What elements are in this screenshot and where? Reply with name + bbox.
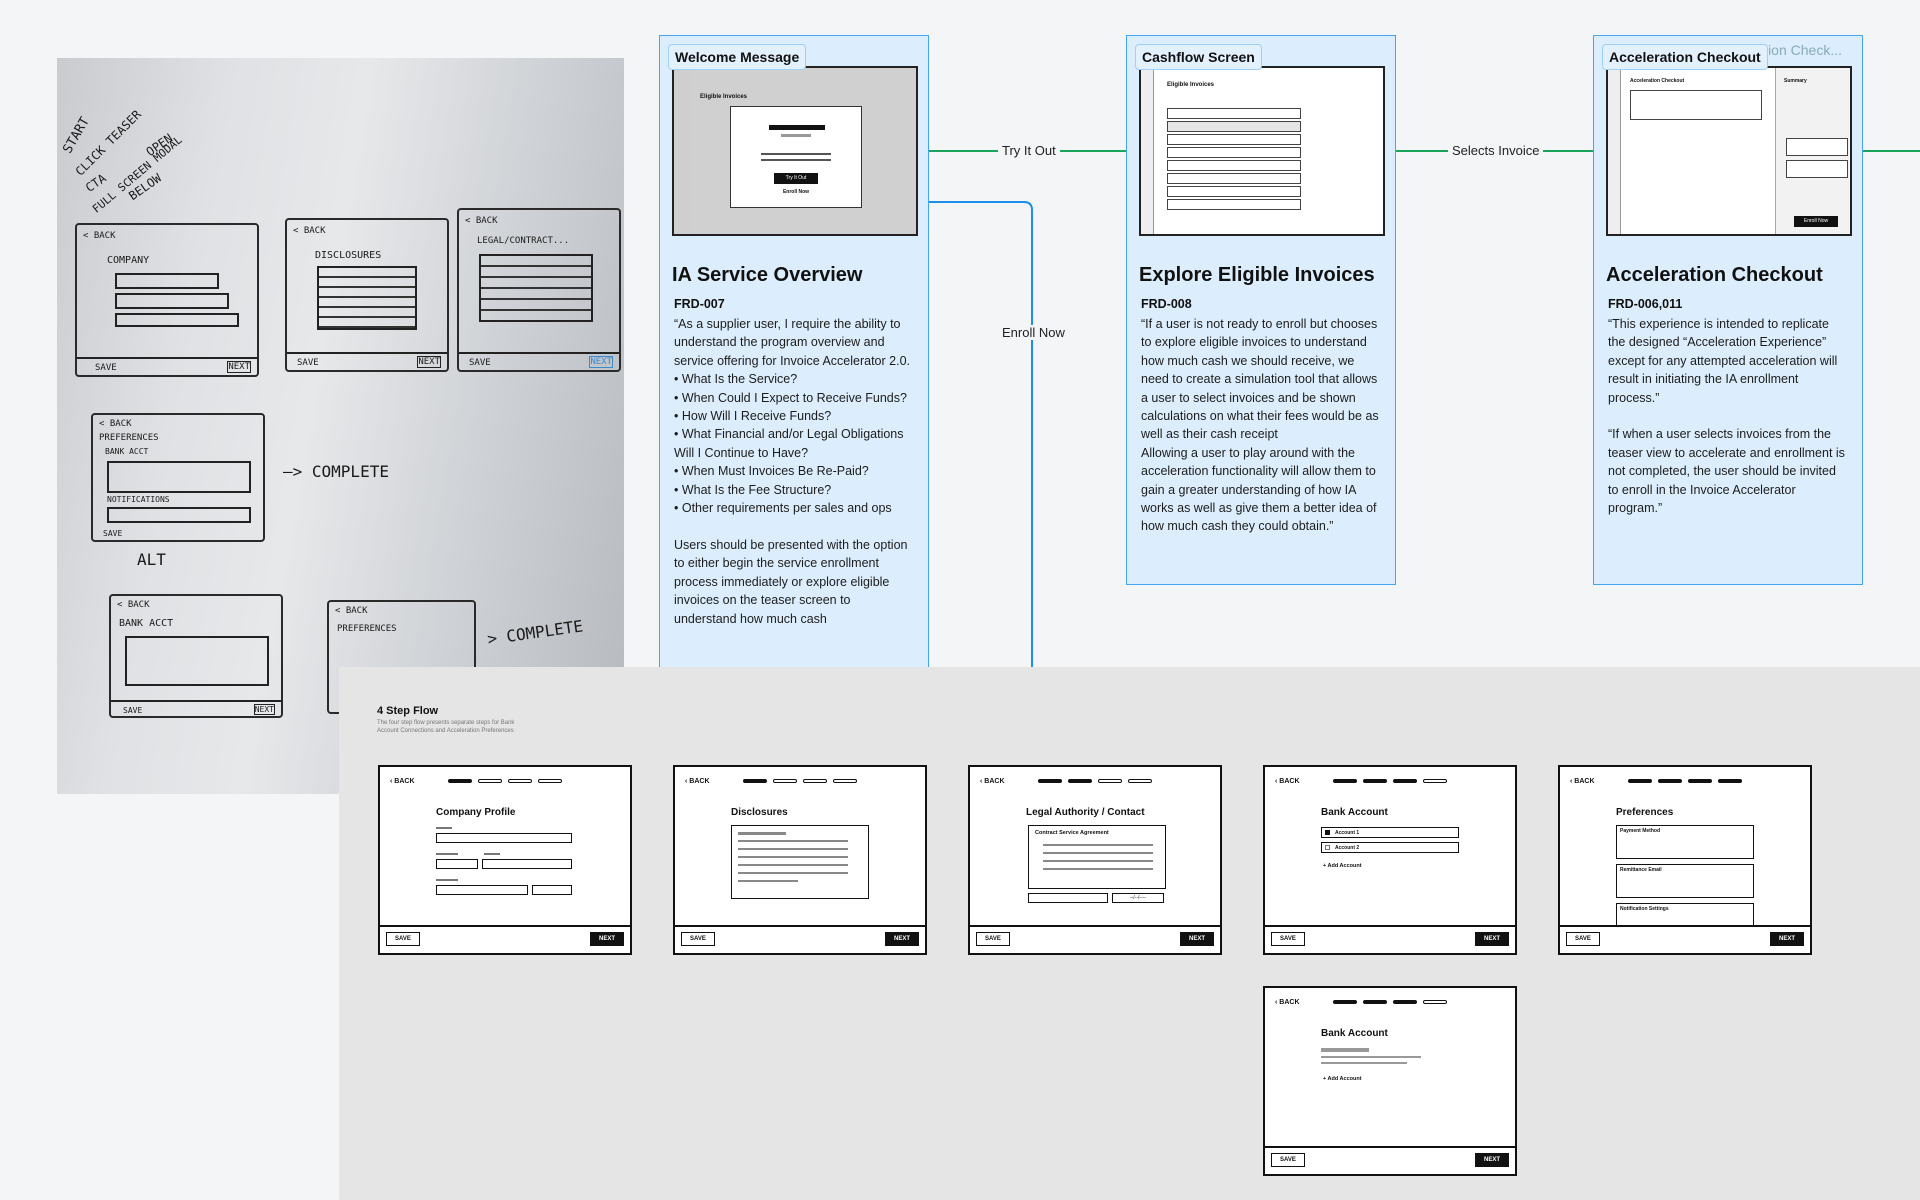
back-button[interactable]: ‹ BACK (980, 778, 1005, 785)
edge-enroll-now (917, 201, 1033, 667)
frame-preferences[interactable]: ‹ BACK Preferences Payment Method Remitt… (1558, 765, 1812, 955)
save-button[interactable]: SAVE (386, 932, 420, 946)
card-title: IA Service Overview (672, 264, 863, 286)
save-button[interactable]: SAVE (976, 932, 1010, 946)
frame-footer: SAVE NEXT (1265, 1146, 1515, 1174)
step-indicator (1333, 1000, 1447, 1004)
next-button[interactable]: NEXT (1474, 932, 1509, 946)
next-button[interactable]: NEXT (1179, 932, 1214, 946)
card-body: “As a supplier user, I require the abili… (674, 317, 910, 626)
frame-footer: SAVE NEXT (1560, 925, 1810, 953)
frame-footer: SAVE NEXT (675, 925, 925, 953)
frame-disclosures[interactable]: ‹ BACK Disclosures SAVE NEXT (673, 765, 927, 955)
four-step-flow-panel: 4 Step Flow The four step flow presents … (339, 667, 1920, 1200)
frame-title: Bank Account (1321, 807, 1388, 818)
back-button[interactable]: ‹ BACK (1570, 778, 1595, 785)
card-title: Acceleration Checkout (1606, 264, 1823, 286)
frame-legal-authority[interactable]: ‹ BACK Legal Authority / Contact Contrac… (968, 765, 1222, 955)
save-button[interactable]: SAVE (1271, 932, 1305, 946)
next-button[interactable]: NEXT (589, 932, 624, 946)
frame-footer: SAVE NEXT (380, 925, 630, 953)
cashflow-screen-thumbnail: Eligible Invoices (1139, 66, 1385, 236)
card-title: Explore Eligible Invoices (1139, 264, 1375, 286)
agreement-box: Contract Service Agreement (1028, 825, 1166, 889)
frame-title: Preferences (1616, 807, 1674, 818)
card-code: FRD-006,011 (1608, 297, 1683, 311)
card-tab-cashflow-screen[interactable]: Cashflow Screen (1135, 44, 1262, 70)
card-tab-ghost: ion Check... (1768, 42, 1842, 58)
card-code: FRD-008 (1141, 297, 1192, 311)
frame-title: Bank Account (1321, 1028, 1388, 1039)
frame-footer: SAVE NEXT (970, 925, 1220, 953)
card-code: FRD-007 (674, 297, 725, 311)
frame-title: Disclosures (731, 807, 788, 818)
payment-method-box[interactable]: Payment Method (1616, 825, 1754, 859)
step-indicator (1038, 779, 1152, 783)
next-button[interactable]: NEXT (884, 932, 919, 946)
step-indicator (743, 779, 857, 783)
frame-footer: SAVE NEXT (1265, 925, 1515, 953)
back-button[interactable]: ‹ BACK (1275, 778, 1300, 785)
account-option-1[interactable]: Account 1 (1321, 827, 1459, 838)
remittance-email-box[interactable]: Remittance Email (1616, 864, 1754, 898)
account-option-2[interactable]: Account 2 (1321, 842, 1459, 853)
frame-bank-account[interactable]: ‹ BACK Bank Account Account 1 Account 2 … (1263, 765, 1517, 955)
frame-title: Company Profile (436, 807, 516, 818)
back-button[interactable]: ‹ BACK (1275, 999, 1300, 1006)
step-indicator (448, 779, 562, 783)
signature-field[interactable] (1028, 893, 1108, 903)
edge-label-try-it-out: Try It Out (998, 143, 1060, 158)
frame-title: Legal Authority / Contact (1026, 807, 1145, 818)
save-button[interactable]: SAVE (1566, 932, 1600, 946)
frame-bank-account-alt[interactable]: ‹ BACK Bank Account + Add Account SAVE N… (1263, 986, 1517, 1176)
card-acceleration-checkout[interactable]: ion Check... Acceleration Checkout Summa… (1593, 35, 1863, 585)
acceleration-checkout-thumbnail: Acceleration Checkout Summary Enroll Now (1606, 66, 1852, 236)
card-body: “This experience is intended to replicat… (1608, 317, 1845, 516)
panel-subtitle: The four step flow presents separate ste… (377, 720, 515, 734)
welcome-message-thumbnail: Eligible Invoices Try It Out Enroll Now (672, 66, 918, 236)
frame-company-profile[interactable]: ‹ BACK Company Profile SAVE NEXT (378, 765, 632, 955)
add-account-link[interactable]: + Add Account (1323, 1076, 1362, 1082)
next-button[interactable]: NEXT (1769, 932, 1804, 946)
edge-label-enroll-now: Enroll Now (998, 325, 1069, 340)
welcome-modal: Try It Out Enroll Now (730, 106, 862, 208)
step-indicator (1628, 779, 1742, 783)
card-ia-service-overview[interactable]: Eligible Invoices Try It Out Enroll Now … (659, 35, 929, 675)
step-indicator (1333, 779, 1447, 783)
date-field[interactable]: --/--/---- (1112, 893, 1164, 903)
add-account-link[interactable]: + Add Account (1323, 863, 1362, 869)
card-body: “If a user is not ready to enroll but ch… (1141, 317, 1379, 534)
card-tab-welcome-message[interactable]: Welcome Message (668, 44, 807, 70)
card-tab-acceleration-checkout[interactable]: Acceleration Checkout (1602, 44, 1768, 70)
save-button[interactable]: SAVE (681, 932, 715, 946)
card-explore-eligible-invoices[interactable]: Eligible Invoices Cashflow Screen Explor… (1126, 35, 1396, 585)
next-button[interactable]: NEXT (1474, 1153, 1509, 1167)
edge-label-selects-invoice: Selects Invoice (1448, 143, 1544, 158)
back-button[interactable]: ‹ BACK (390, 778, 415, 785)
panel-title: 4 Step Flow (377, 705, 439, 717)
save-button[interactable]: SAVE (1271, 1153, 1305, 1167)
disclosure-text-box (731, 825, 869, 899)
back-button[interactable]: ‹ BACK (685, 778, 710, 785)
